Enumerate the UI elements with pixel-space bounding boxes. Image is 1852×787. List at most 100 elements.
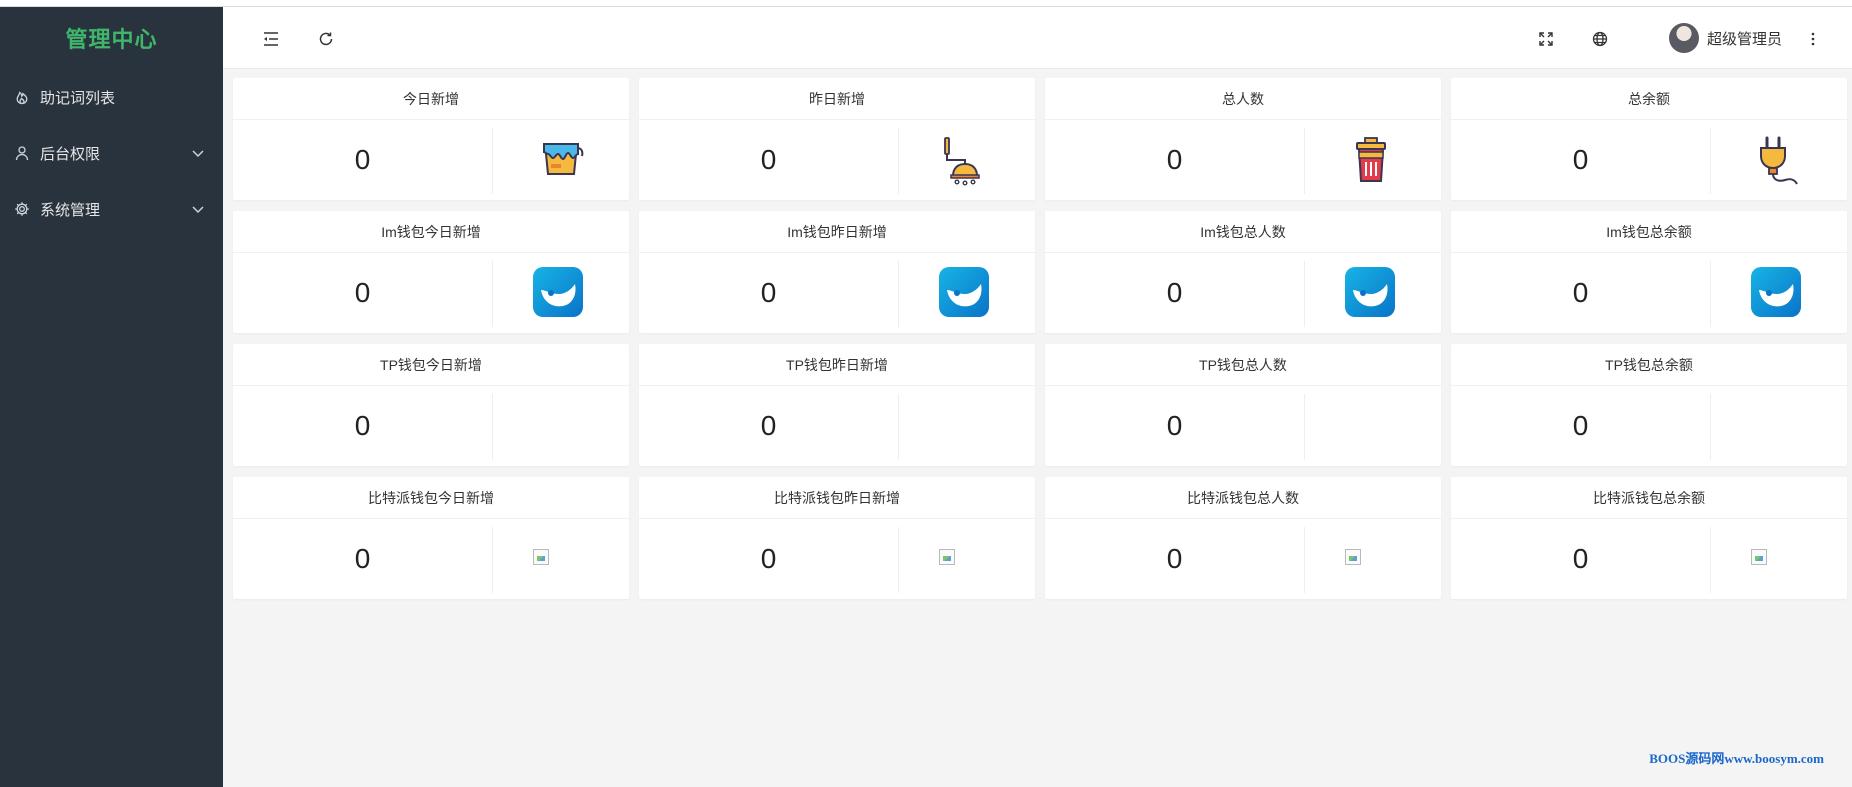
stat-card: 总余额 0 <box>1451 78 1847 200</box>
card-divider <box>1710 261 1711 327</box>
card-title: 比特派钱包总余额 <box>1451 477 1847 519</box>
imtoken-logo-icon <box>1751 267 1801 317</box>
card-title: Im钱包昨日新增 <box>639 211 1035 253</box>
stat-card: TP钱包总人数 0 <box>1045 344 1441 466</box>
stat-card: TP钱包昨日新增 0 <box>639 344 1035 466</box>
card-value: 0 <box>1166 277 1183 308</box>
card-divider <box>898 128 899 194</box>
user-name: 超级管理员 <box>1706 30 1782 48</box>
stat-card: TP钱包总余额 0 <box>1451 344 1847 466</box>
watermark: BOOS源码网www.boosym.com <box>1649 751 1824 766</box>
card-title: Im钱包总余额 <box>1451 211 1847 253</box>
sidebar-item-mnemonic-list[interactable]: 助记词列表 <box>0 69 223 125</box>
card-value: 0 <box>760 277 777 308</box>
card-divider <box>492 394 493 460</box>
sidebar-item-admin-permissions[interactable]: 后台权限 <box>0 125 223 181</box>
card-title: 总余额 <box>1451 78 1847 120</box>
card-divider <box>898 261 899 327</box>
logo-title: 管理中心 <box>65 27 158 52</box>
card-value: 0 <box>1166 144 1183 175</box>
card-title: TP钱包总人数 <box>1045 344 1441 386</box>
sidebar: 管理中心 助记词列表 后台权限 系统管理 <box>0 7 223 787</box>
user-icon <box>14 145 30 161</box>
card-value: 0 <box>354 277 371 308</box>
card-title: 今日新增 <box>233 78 629 120</box>
card-value: 0 <box>1572 410 1589 441</box>
card-divider <box>898 394 899 460</box>
paint-bucket-icon <box>543 143 584 175</box>
card-title: 昨日新增 <box>639 78 1035 120</box>
stat-card: 昨日新增 0 <box>639 78 1035 200</box>
card-value: 0 <box>1572 543 1589 574</box>
gear-icon <box>14 201 30 217</box>
globe-icon[interactable] <box>1590 29 1610 49</box>
card-divider <box>1710 394 1711 460</box>
stat-card: Im钱包昨日新增 0 <box>639 211 1035 333</box>
browser-top-strip <box>0 0 1852 7</box>
stat-card: 总人数 0 <box>1045 78 1441 200</box>
stat-card: Im钱包总余额 0 <box>1451 211 1847 333</box>
avatar <box>1668 23 1699 53</box>
sidebar-item-label: 助记词列表 <box>40 89 116 107</box>
card-value: 0 <box>760 144 777 175</box>
trash-can-icon <box>1356 137 1386 182</box>
broken-image-icon <box>1345 549 1361 565</box>
sidebar-item-label: 系统管理 <box>40 201 101 219</box>
imtoken-logo-icon <box>939 267 989 317</box>
card-divider <box>492 527 493 593</box>
card-value: 0 <box>1166 543 1183 574</box>
stat-card: 比特派钱包总人数 0 <box>1045 477 1441 599</box>
card-title: TP钱包总余额 <box>1451 344 1847 386</box>
stat-card: 比特派钱包昨日新增 0 <box>639 477 1035 599</box>
card-value: 0 <box>354 543 371 574</box>
card-divider <box>1304 128 1305 194</box>
card-value: 0 <box>1572 277 1589 308</box>
user-menu[interactable]: 超级管理员 <box>1668 23 1782 53</box>
broken-image-icon <box>1751 549 1767 565</box>
shower-icon <box>944 137 980 186</box>
chevron-down-icon <box>192 206 204 214</box>
top-header: 超级管理员 <box>223 7 1852 69</box>
card-divider <box>1710 527 1711 593</box>
card-divider <box>1304 394 1305 460</box>
more-vertical-icon[interactable] <box>1803 29 1823 49</box>
sidebar-item-system-management[interactable]: 系统管理 <box>0 181 223 237</box>
card-title: Im钱包今日新增 <box>233 211 629 253</box>
card-value: 0 <box>1166 410 1183 441</box>
menu-collapse-icon[interactable] <box>261 29 281 49</box>
stat-card: Im钱包今日新增 0 <box>233 211 629 333</box>
card-divider <box>898 527 899 593</box>
card-title: 总人数 <box>1045 78 1441 120</box>
card-value: 0 <box>354 410 371 441</box>
card-divider <box>1304 527 1305 593</box>
card-value: 0 <box>760 410 777 441</box>
chevron-down-icon <box>192 150 204 158</box>
broken-image-icon <box>939 549 955 565</box>
card-title: TP钱包今日新增 <box>233 344 629 386</box>
broken-image-icon <box>533 549 549 565</box>
card-value: 0 <box>1572 144 1589 175</box>
card-divider <box>492 261 493 327</box>
card-title: 比特派钱包总人数 <box>1045 477 1441 519</box>
imtoken-logo-icon <box>533 267 583 317</box>
fire-icon <box>14 89 30 105</box>
stat-card: TP钱包今日新增 0 <box>233 344 629 466</box>
fullscreen-icon[interactable] <box>1536 29 1556 49</box>
card-divider <box>1304 261 1305 327</box>
card-value: 0 <box>760 543 777 574</box>
stat-card: Im钱包总人数 0 <box>1045 211 1441 333</box>
plug-icon <box>1760 136 1798 185</box>
card-title: 比特派钱包今日新增 <box>233 477 629 519</box>
stat-card: 比特派钱包今日新增 0 <box>233 477 629 599</box>
sidebar-item-label: 后台权限 <box>40 145 101 163</box>
card-title: TP钱包昨日新增 <box>639 344 1035 386</box>
card-divider <box>492 128 493 194</box>
imtoken-logo-icon <box>1345 267 1395 317</box>
card-divider <box>1710 128 1711 194</box>
refresh-icon[interactable] <box>316 29 336 49</box>
stat-card: 比特派钱包总余额 0 <box>1451 477 1847 599</box>
card-title: Im钱包总人数 <box>1045 211 1441 253</box>
card-value: 0 <box>354 144 371 175</box>
card-title: 比特派钱包昨日新增 <box>639 477 1035 519</box>
stat-card: 今日新增 0 <box>233 78 629 200</box>
